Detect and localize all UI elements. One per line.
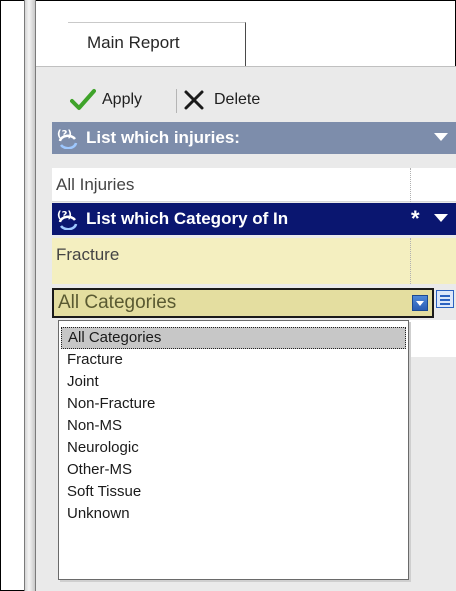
filter-header-category[interactable]: (?) List which Category of In *	[52, 203, 456, 235]
toolbar: Apply Delete	[58, 83, 456, 119]
apply-button[interactable]: Apply	[70, 83, 142, 117]
delete-label: Delete	[214, 91, 261, 108]
dropdown-option[interactable]: All Categories	[61, 327, 406, 349]
dropdown-arrow-icon[interactable]	[412, 295, 428, 311]
cell-divider	[410, 238, 411, 284]
cell-divider	[410, 168, 411, 202]
category-dropdown: All Categories Fracture Joint Non-Fractu…	[58, 320, 409, 580]
chevron-down-icon[interactable]	[434, 214, 448, 222]
question-refresh-icon: (?)	[57, 129, 78, 149]
panel-cell	[409, 320, 456, 357]
filter-header-injuries[interactable]: (?) List which injuries:	[52, 122, 456, 154]
dropdown-option[interactable]: Fracture	[61, 349, 406, 371]
svg-text:(?): (?)	[57, 129, 72, 140]
dropdown-option[interactable]: Neurologic	[61, 437, 406, 459]
filter-value-injuries[interactable]: All Injuries	[52, 168, 456, 202]
combo-value: All Categories	[58, 292, 177, 313]
tab-label: Main Report	[87, 33, 180, 52]
filter-title: List which injuries:	[86, 128, 240, 147]
list-view-icon[interactable]	[436, 290, 454, 308]
dropdown-option[interactable]: Non-Fracture	[61, 393, 406, 415]
dropdown-option[interactable]: Unknown	[61, 503, 406, 525]
required-mark: *	[411, 206, 420, 231]
dropdown-option[interactable]: Non-MS	[61, 415, 406, 437]
filter-value: All Injuries	[56, 174, 135, 194]
x-icon	[184, 90, 204, 110]
delete-button[interactable]: Delete	[182, 83, 260, 117]
dropdown-option[interactable]: Joint	[61, 371, 406, 393]
chevron-down-icon[interactable]	[434, 133, 448, 141]
apply-label: Apply	[102, 91, 143, 108]
filter-title: List which Category of In	[86, 209, 289, 228]
filter-value-category[interactable]: Fracture	[52, 238, 456, 284]
dropdown-option[interactable]: Other-MS	[61, 459, 406, 481]
tab-main-report[interactable]: Main Report	[68, 22, 246, 66]
toolbar-separator	[176, 89, 177, 113]
filter-value: Fracture	[56, 245, 120, 264]
svg-text:(?): (?)	[57, 210, 72, 221]
left-rail	[24, 0, 36, 591]
category-combo[interactable]: All Categories	[52, 288, 434, 318]
checkmark-icon	[70, 89, 96, 110]
question-refresh-icon: (?)	[57, 210, 78, 230]
dropdown-option[interactable]: Soft Tissue	[61, 481, 406, 503]
